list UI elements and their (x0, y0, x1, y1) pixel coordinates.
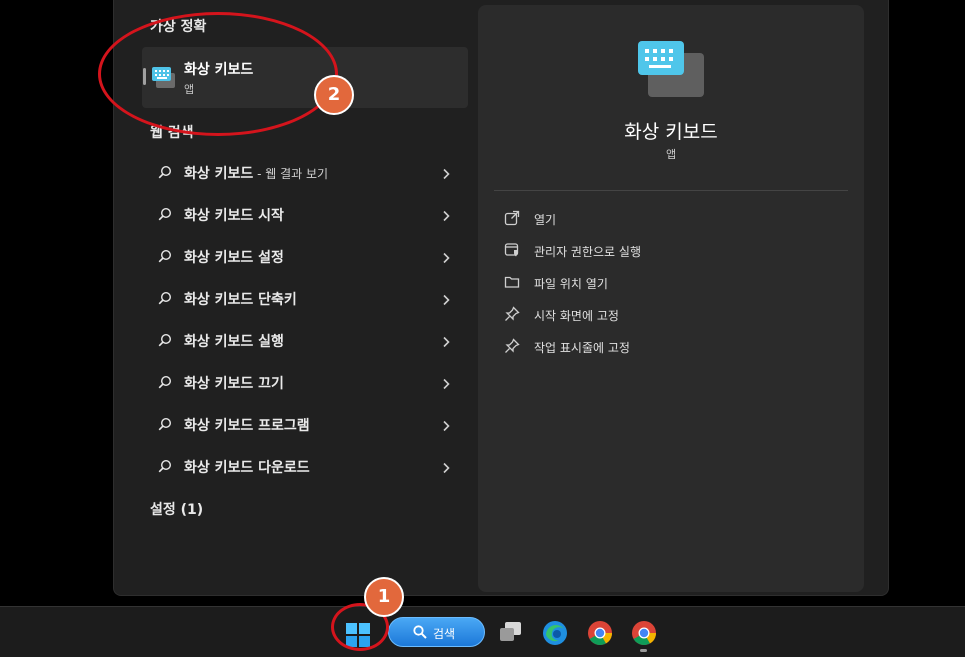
web-result-item[interactable]: 화상 키보드 프로그램 (142, 405, 468, 443)
chevron-right-icon (442, 417, 450, 436)
annotation-circle-best-match (98, 12, 338, 136)
admin-shield-icon (504, 242, 520, 262)
web-result-label: 화상 키보드 끄기 (184, 376, 284, 392)
web-result-item[interactable]: 화상 키보드 단축키 (142, 279, 468, 317)
search-icon (158, 416, 172, 435)
detail-app-name: 화상 키보드 (624, 121, 718, 143)
chevron-right-icon (442, 375, 450, 394)
search-icon (158, 248, 172, 267)
detail-divider (494, 190, 848, 191)
detail-app-type: 앱 (665, 148, 677, 161)
keyboard-app-icon-large (638, 41, 704, 97)
search-icon (158, 332, 172, 351)
web-result-item[interactable]: 화상 키보드 설정 (142, 237, 468, 275)
taskbar-search-label: 검색 (433, 627, 456, 641)
chevron-right-icon (442, 207, 450, 226)
chrome-icon[interactable] (631, 620, 657, 646)
web-result-label: 화상 키보드 실행 (184, 334, 284, 350)
web-result-label: 화상 키보드 - 웹 결과 보기 (184, 166, 329, 182)
web-result-label: 화상 키보드 단축키 (184, 292, 297, 308)
search-icon (158, 206, 172, 225)
web-result-item[interactable]: 화상 키보드 다운로드 (142, 447, 468, 485)
search-icon (413, 625, 427, 639)
detail-action-label: 관리자 권한으로 실행 (534, 245, 641, 259)
search-icon (158, 164, 172, 183)
detail-action-label: 열기 (534, 213, 557, 227)
chevron-right-icon (442, 291, 450, 310)
edge-icon[interactable] (542, 620, 568, 646)
pin-icon (504, 338, 520, 358)
open-external-icon (504, 210, 520, 230)
web-result-item[interactable]: 화상 키보드 실행 (142, 321, 468, 359)
annotation-badge-2: 2 (314, 75, 354, 115)
detail-action-label: 작업 표시줄에 고정 (534, 341, 630, 355)
settings-heading[interactable]: 설정 (1) (150, 499, 203, 519)
search-icon (158, 458, 172, 477)
chevron-right-icon (442, 165, 450, 184)
annotation-badge-1: 1 (364, 577, 404, 617)
chevron-right-icon (442, 459, 450, 478)
detail-pane: 화상 키보드 앱 열기관리자 권한으로 실행파일 위치 열기시작 화면에 고정작… (478, 5, 864, 592)
taskbar: 검색 (0, 606, 965, 657)
web-result-label: 화상 키보드 프로그램 (184, 418, 310, 434)
search-icon (158, 290, 172, 309)
web-result-label: 화상 키보드 다운로드 (184, 460, 310, 476)
chevron-right-icon (442, 249, 450, 268)
web-result-item[interactable]: 화상 키보드 시작 (142, 195, 468, 233)
search-icon (158, 374, 172, 393)
folder-icon (504, 274, 520, 294)
detail-action-label: 파일 위치 열기 (534, 277, 608, 291)
web-result-item[interactable]: 화상 키보드 - 웹 결과 보기 (142, 153, 468, 191)
chrome-icon[interactable] (587, 620, 613, 646)
web-result-label: 화상 키보드 설정 (184, 250, 284, 266)
running-indicator (640, 649, 647, 652)
pin-icon (504, 306, 520, 326)
web-result-label: 화상 키보드 시작 (184, 208, 284, 224)
task-view-icon[interactable] (498, 620, 524, 644)
taskbar-search-button[interactable]: 검색 (388, 617, 485, 647)
detail-action-label: 시작 화면에 고정 (534, 309, 619, 323)
chevron-right-icon (442, 333, 450, 352)
web-result-item[interactable]: 화상 키보드 끄기 (142, 363, 468, 401)
